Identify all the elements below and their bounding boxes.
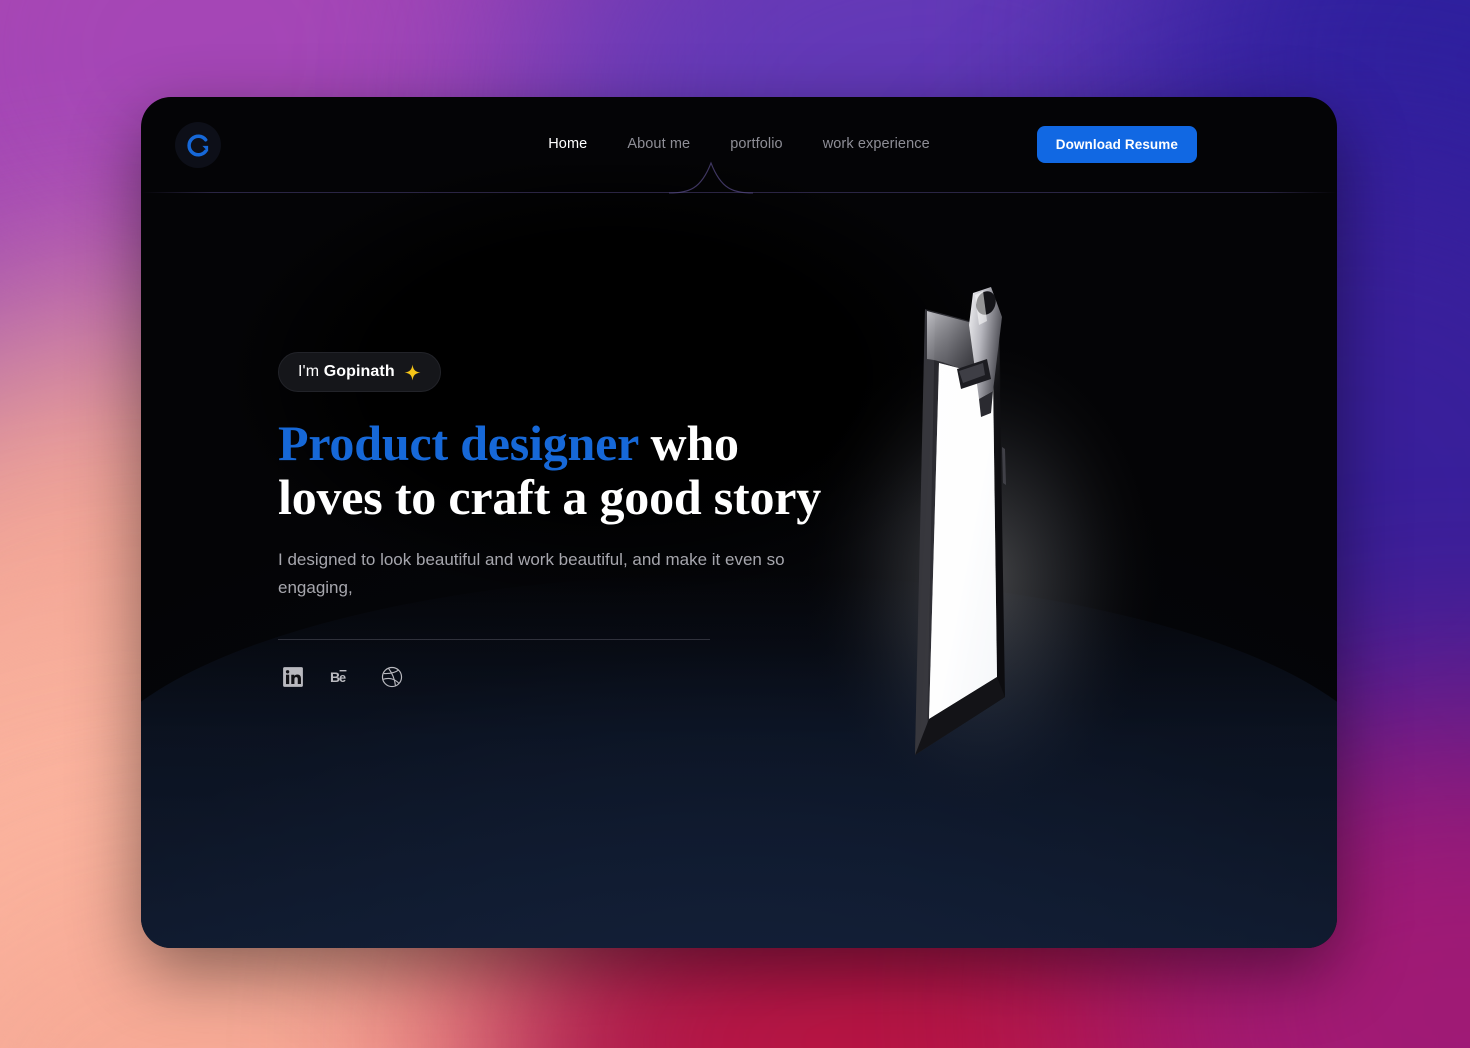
linkedin-icon[interactable]	[282, 666, 304, 693]
name-badge-prefix: I'm	[298, 363, 324, 380]
logo[interactable]	[175, 122, 221, 168]
sparkle-icon	[404, 364, 421, 380]
download-resume-button[interactable]: Download Resume	[1036, 126, 1197, 163]
hero-content: I'm Gopinath Product designer who loves …	[278, 352, 898, 693]
nav-link-portfolio[interactable]: portfolio	[730, 136, 783, 152]
name-badge-label: I'm Gopinath	[298, 363, 395, 381]
nav-links: Home About me portfolio work experience	[548, 136, 930, 152]
page-title: Product designer who loves to craft a go…	[278, 416, 898, 524]
nav-link-home[interactable]: Home	[548, 136, 587, 152]
svg-text:e: e	[339, 671, 346, 685]
navbar: Home About me portfolio work experience …	[141, 97, 1337, 193]
social-divider	[278, 639, 710, 641]
hero-card: Home About me portfolio work experience …	[141, 97, 1337, 948]
social-links: B e	[278, 666, 898, 693]
headline-line2: loves to craft a good story	[278, 469, 822, 525]
hero-subtext: I designed to look beautiful and work be…	[278, 550, 785, 597]
nav-link-about-me[interactable]: About me	[627, 136, 690, 152]
headline-accent: Product designer	[278, 415, 639, 471]
headline-rest: who	[638, 415, 740, 471]
behance-icon[interactable]: B e	[330, 666, 355, 693]
nav-link-work-experience[interactable]: work experience	[823, 136, 930, 152]
name-badge: I'm Gopinath	[278, 352, 441, 392]
logo-g-icon	[186, 134, 208, 156]
dribbble-icon[interactable]	[381, 666, 403, 693]
name-badge-name: Gopinath	[323, 363, 395, 380]
